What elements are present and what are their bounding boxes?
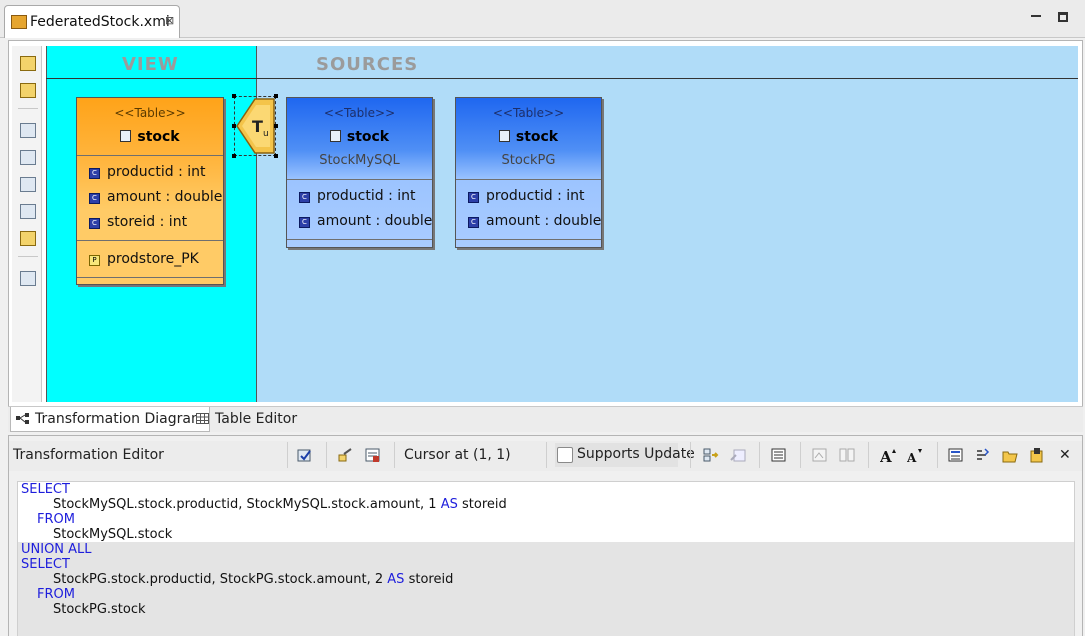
divider [77, 277, 223, 278]
source-table-stockpg[interactable]: <<Table>> stock StockPG Cproductid : int… [455, 97, 602, 248]
criteria-builder-icon[interactable] [365, 448, 381, 463]
table-stereotype: <<Table>> [114, 106, 186, 120]
editor-tab-federatedstock[interactable]: FederatedStock.xmi ⊠ [4, 5, 180, 38]
sql-line: StockPG.stock.productid, StockPG.stock.a… [53, 572, 454, 587]
column-row[interactable]: Cproductid : int [468, 188, 585, 204]
supports-update-label: Supports Update [577, 446, 695, 462]
reconcile-disabled-icon[interactable] [730, 448, 746, 463]
editor-tab-title: FederatedStock.xmi [30, 14, 170, 30]
supports-update-checkbox[interactable]: Supports Update [555, 443, 695, 467]
add-source-icon[interactable] [20, 123, 36, 138]
table-grid-icon [196, 413, 209, 424]
sql-line: StockMySQL.stock.productid, StockMySQL.s… [53, 497, 507, 512]
column-icon: C [299, 192, 310, 203]
tab-transformation-diagram[interactable]: Transformation Diagram [10, 407, 210, 432]
column-icon: C [468, 217, 479, 228]
divider [287, 239, 432, 240]
refresh-icon[interactable] [20, 56, 36, 71]
add-union-icon[interactable] [20, 150, 36, 165]
remove-source-icon[interactable] [20, 177, 36, 192]
header-divider [46, 78, 1078, 79]
column-row[interactable]: Camount : double [299, 213, 432, 229]
close-editor-icon[interactable]: ✕ [1059, 447, 1071, 463]
open-folder-icon[interactable] [1002, 448, 1018, 463]
divider [456, 179, 601, 180]
checkbox[interactable] [557, 447, 573, 463]
divider [287, 179, 432, 180]
column-row[interactable]: Cstoreid : int [89, 214, 187, 230]
selection-box [232, 94, 278, 158]
preferences-icon[interactable] [948, 448, 964, 463]
format-icon[interactable] [975, 448, 991, 463]
sql-line: SELECT [21, 482, 70, 497]
table-source: StockPG [501, 153, 556, 168]
export-icon[interactable] [771, 448, 787, 463]
column-row[interactable]: Cproductid : int [89, 164, 206, 180]
column-icon: C [89, 218, 100, 229]
import-disabled-icon[interactable] [812, 448, 828, 463]
decrease-font-icon[interactable]: A [907, 448, 923, 463]
divider [456, 239, 601, 240]
sql-line: FROM [37, 587, 75, 602]
builder-icon[interactable] [337, 448, 353, 463]
table-name: stock [287, 129, 432, 145]
column-row[interactable]: Cproductid : int [299, 188, 416, 204]
reconcile-icon[interactable] [703, 448, 719, 463]
column-icon: C [89, 193, 100, 204]
sql-line: UNION ALL [21, 542, 92, 557]
sql-line: FROM [37, 512, 75, 527]
column-icon: C [468, 192, 479, 203]
editor-title: Transformation Editor [13, 447, 164, 463]
sql-line: SELECT [21, 557, 70, 572]
table-icon [329, 130, 341, 142]
increase-font-icon[interactable]: A [880, 448, 896, 463]
diagram-palette [12, 46, 42, 402]
table-stereotype: <<Table>> [492, 106, 565, 120]
table-icon [498, 130, 510, 142]
primary-key-row[interactable]: Pprodstore_PK [89, 251, 199, 267]
column-icon: C [89, 168, 100, 179]
clear-transformation-icon[interactable] [20, 204, 36, 219]
divider [77, 155, 223, 156]
divider [77, 240, 223, 241]
minimize-icon[interactable] [1031, 9, 1043, 21]
save-diagram-icon[interactable] [20, 271, 36, 286]
compare-disabled-icon[interactable] [839, 448, 855, 463]
sources-header: SOURCES [316, 54, 419, 75]
primary-key-icon: P [89, 255, 100, 266]
svg-text:A: A [907, 451, 917, 463]
table-source: StockMySQL [319, 153, 400, 168]
tab-table-editor[interactable]: Table Editor [191, 407, 301, 431]
column-row[interactable]: Camount : double [468, 213, 601, 229]
column-row[interactable]: Camount : double [89, 189, 222, 205]
union-segment-highlight [18, 542, 1074, 636]
cursor-position: Cursor at (1, 1) [404, 447, 511, 463]
xmi-file-icon [11, 15, 27, 29]
table-stereotype: <<Table>> [323, 106, 396, 120]
sql-line: StockMySQL.stock [53, 527, 173, 542]
sql-line: StockPG.stock [53, 602, 146, 617]
source-table-stockmysql[interactable]: <<Table>> stock StockMySQL Cproductid : … [286, 97, 433, 248]
parent-diagram-icon[interactable] [20, 83, 36, 98]
table-name: stock [77, 129, 223, 145]
close-tab-icon[interactable]: ⊠ [165, 14, 174, 27]
table-name: stock [456, 129, 601, 145]
view-table-stock[interactable]: <<Table>> stock Cproductid : int Camount… [76, 97, 224, 285]
column-icon: C [299, 217, 310, 228]
validate-icon[interactable] [297, 448, 313, 463]
save-sql-icon[interactable] [1029, 448, 1045, 463]
table-icon [120, 130, 132, 142]
diagram-tabs: Transformation Diagram Table Editor [8, 406, 1083, 432]
reconcile-icon[interactable] [20, 231, 36, 246]
svg-text:A: A [880, 448, 892, 463]
diagram-icon [16, 413, 29, 424]
view-header: VIEW [122, 54, 179, 75]
maximize-icon[interactable] [1058, 12, 1068, 22]
